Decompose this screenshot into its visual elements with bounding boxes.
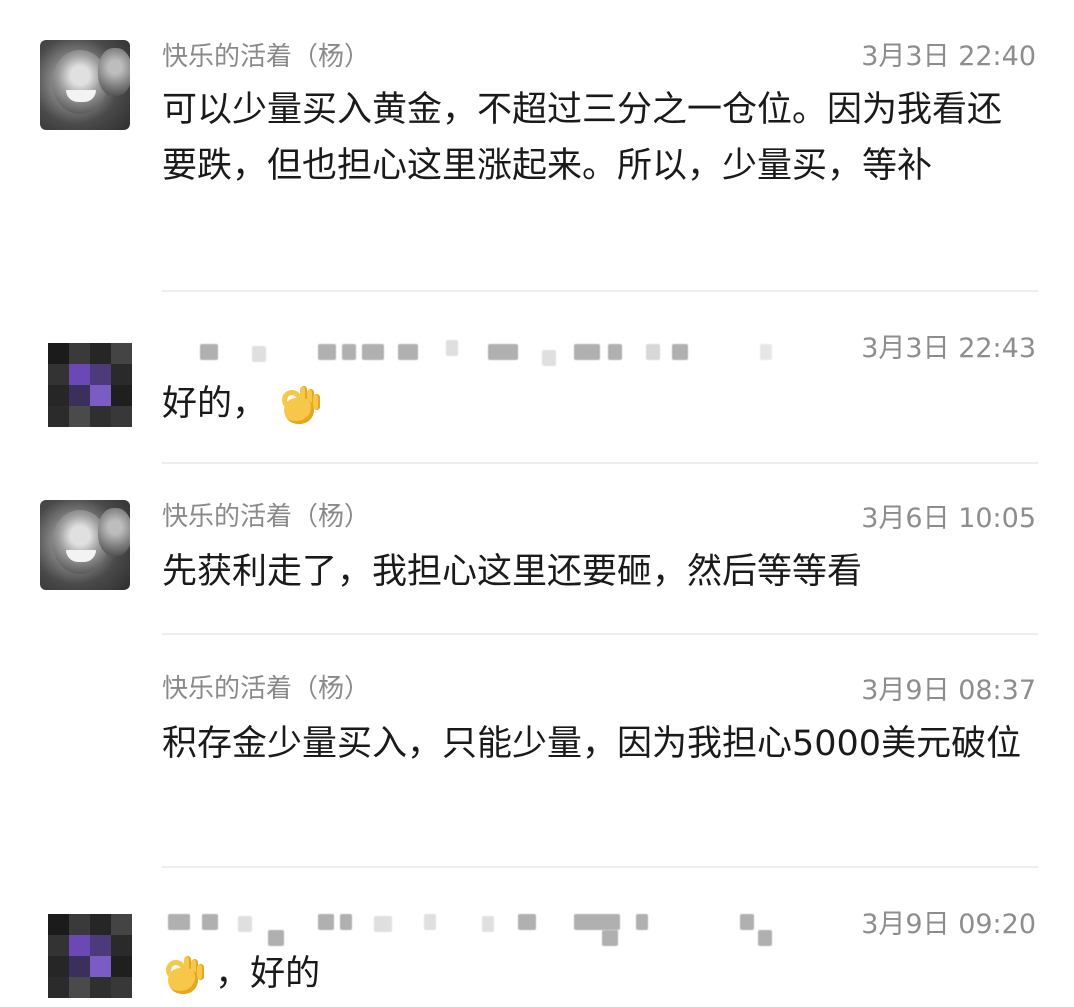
divider bbox=[162, 633, 1038, 635]
sender-name: 快乐的活着（杨） bbox=[162, 502, 371, 532]
message-text: ，好的 bbox=[215, 954, 321, 994]
avatar[interactable] bbox=[40, 40, 130, 130]
timestamp: 3月9日 09:20 bbox=[861, 909, 1036, 940]
message-text-row: 好的， bbox=[162, 376, 1032, 432]
sender-name-redacted bbox=[162, 908, 802, 948]
message-text-row: ，好的 bbox=[162, 946, 1032, 1002]
ok-hand-icon bbox=[162, 954, 204, 996]
divider bbox=[162, 866, 1038, 868]
avatar[interactable] bbox=[48, 343, 132, 427]
timestamp: 3月3日 22:43 bbox=[861, 333, 1036, 364]
avatar[interactable] bbox=[40, 500, 130, 590]
message-text: 好的， bbox=[162, 384, 268, 424]
message-text: 先获利走了，我担心这里还要砸，然后等等看 bbox=[162, 552, 863, 592]
timestamp: 3月6日 10:05 bbox=[861, 503, 1036, 534]
message-text: 积存金少量买入，只能少量，因为我担心5000美元破位 bbox=[162, 724, 1022, 764]
divider bbox=[162, 290, 1038, 292]
ok-hand-icon bbox=[278, 384, 321, 426]
avatar-face-secondary bbox=[98, 508, 130, 556]
divider bbox=[162, 462, 1038, 464]
message-text: 可以少量买入黄金，不超过三分之一仓位。因为我看还要跌，但也担心这里涨起来。所以，… bbox=[162, 90, 1003, 186]
sender-name: 快乐的活着（杨） bbox=[162, 42, 371, 72]
timestamp: 3月3日 22:40 bbox=[861, 41, 1036, 72]
avatar[interactable] bbox=[48, 914, 132, 998]
sender-name-redacted bbox=[162, 338, 802, 378]
sender-name: 快乐的活着（杨） bbox=[162, 674, 371, 704]
timestamp: 3月9日 08:37 bbox=[861, 675, 1036, 706]
avatar-face-secondary bbox=[98, 48, 130, 96]
